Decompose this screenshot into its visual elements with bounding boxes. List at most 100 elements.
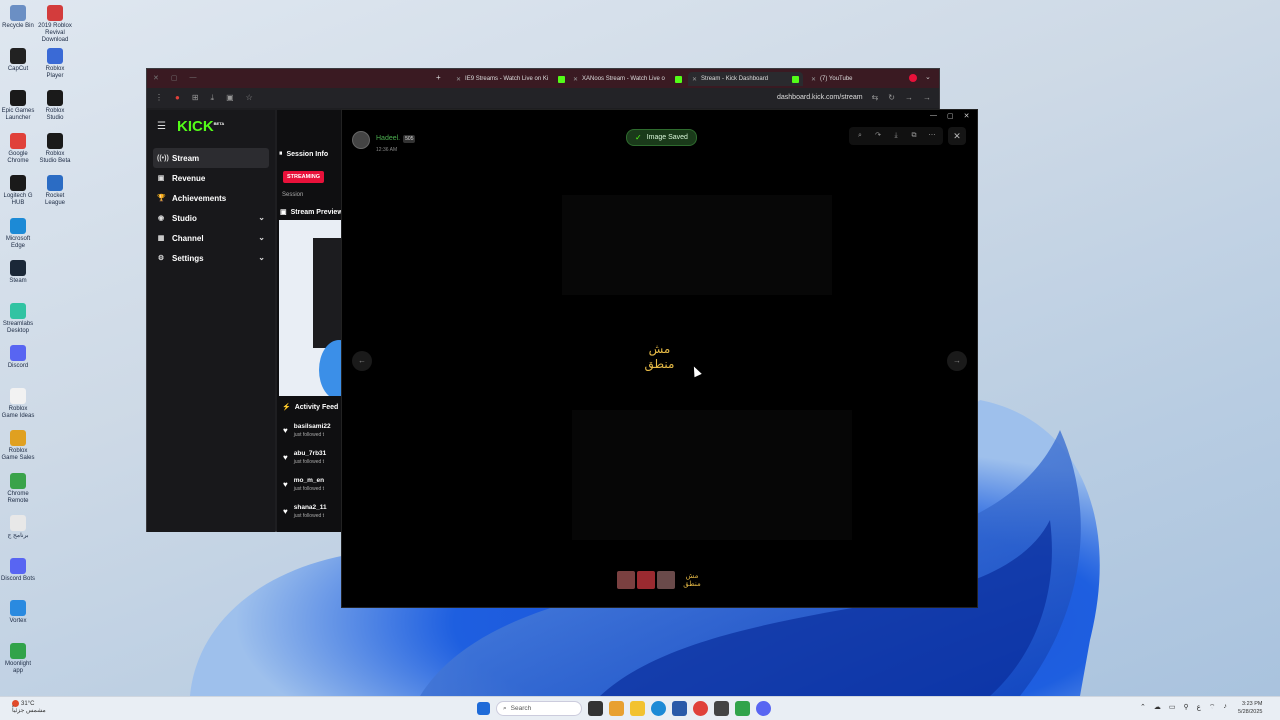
desktop-icon[interactable]: CapCut — [0, 47, 36, 73]
close-viewer-button[interactable]: ✕ — [948, 127, 966, 145]
tab-youtube[interactable]: ✕ (7) YouTube — [807, 72, 857, 86]
thumbnail[interactable] — [657, 571, 675, 589]
avatar[interactable] — [352, 131, 370, 149]
language-icon[interactable]: ع — [1197, 703, 1201, 712]
download-icon[interactable]: ⤓ — [211, 93, 215, 103]
edge-icon[interactable] — [651, 701, 666, 716]
desktop-icon[interactable]: Roblox Studio Beta — [37, 132, 73, 165]
chevron-up-icon[interactable]: ⌃ — [1140, 703, 1146, 712]
search-input[interactable]: ⌕ Search — [496, 701, 582, 716]
minimize-window-icon[interactable]: — — [190, 74, 197, 82]
extension-icon[interactable]: ⊞ — [192, 93, 199, 103]
download-icon[interactable]: ⤓ — [888, 129, 904, 143]
sidebar-item-revenue[interactable]: ▣ Revenue — [153, 168, 269, 188]
desktop-icon[interactable]: Streamlabs Desktop — [0, 302, 36, 335]
close-window-icon[interactable]: ✕ — [153, 74, 159, 82]
desktop-icon[interactable]: برنامج ج — [0, 515, 36, 540]
chevron-down-icon[interactable]: ⌄ — [258, 233, 265, 242]
sidebar-item-achievements[interactable]: 🏆 Achievements — [153, 188, 269, 208]
desktop-icon[interactable]: Roblox Player — [37, 47, 73, 80]
menu-icon[interactable]: ⋮ — [155, 93, 163, 103]
rotate-icon[interactable]: ↷ — [870, 129, 886, 143]
sidebar-item-stream[interactable]: ((•)) Stream — [153, 148, 269, 168]
desktop-icon[interactable]: Vortex — [0, 600, 36, 625]
clock[interactable]: 3:23 PM 5/28/2025 — [1238, 700, 1262, 716]
maximize-window-icon[interactable]: ▢ — [171, 74, 178, 82]
close-icon[interactable]: ✕ — [964, 112, 970, 120]
forward-icon[interactable]: → — [905, 93, 913, 102]
previous-image-button[interactable]: ← — [352, 351, 372, 371]
close-tab-icon[interactable]: ✕ — [573, 76, 578, 83]
reload-icon[interactable]: ↻ — [888, 93, 895, 102]
next-image-button[interactable]: → — [947, 351, 967, 371]
tab-list-chevron-icon[interactable]: ⌄ — [925, 73, 931, 81]
copilot-icon[interactable] — [609, 701, 624, 716]
thumbnail[interactable] — [637, 571, 655, 589]
maximize-icon[interactable]: ▢ — [947, 112, 954, 120]
desktop-icon[interactable]: Epic Games Launcher — [0, 90, 36, 122]
thumbnail-active[interactable]: مش منطق — [681, 572, 703, 588]
stream-preview[interactable] — [279, 220, 341, 396]
list-item[interactable]: ♥ abu_7rb31 just followed t — [283, 450, 343, 477]
chevron-down-icon[interactable]: ⌄ — [258, 253, 265, 262]
bookmark-icon[interactable]: ☆ — [246, 93, 253, 103]
follower-name[interactable]: basilsami22 — [294, 423, 331, 430]
desktop-icon[interactable]: Roblox Game Ideas — [0, 387, 36, 420]
start-icon[interactable] — [477, 702, 490, 715]
kick-logo[interactable]: KICKBETA — [177, 118, 224, 135]
discord-icon[interactable] — [756, 701, 771, 716]
follower-name[interactable]: abu_7rb31 — [294, 450, 327, 457]
minimize-icon[interactable]: — — [930, 112, 937, 120]
desktop-icon[interactable]: Rocket League — [37, 175, 73, 207]
desktop-icon[interactable]: Discord Bots — [0, 557, 36, 583]
sidebar-item-channel[interactable]: ▦ Channel ⌄ — [153, 228, 269, 248]
new-tab-icon[interactable]: + — [436, 73, 441, 82]
desktop-icon[interactable]: 2019 Roblox Revival Download — [37, 5, 73, 44]
store-icon[interactable] — [672, 701, 687, 716]
desktop-icon[interactable]: Discord — [0, 345, 36, 370]
back-icon[interactable]: → — [923, 93, 931, 102]
list-item[interactable]: ♥ shana2_11 just followed t — [283, 504, 343, 531]
hamburger-menu-icon[interactable]: ☰ — [157, 121, 166, 132]
chevron-down-icon[interactable]: ⌄ — [258, 213, 265, 222]
weather-widget[interactable]: 31°C مشمس جزئياً — [12, 700, 46, 715]
desktop-icon[interactable]: Logitech G HUB — [0, 175, 36, 207]
open-external-icon[interactable]: ⧉ — [906, 129, 922, 143]
desktop-icon[interactable]: Roblox Studio — [37, 90, 73, 122]
sidebar-item-settings[interactable]: ⚙ Settings ⌄ — [153, 248, 269, 268]
desktop-icon[interactable]: Google Chrome — [0, 132, 36, 165]
more-icon[interactable]: ⋯ — [924, 129, 940, 143]
shield-icon[interactable]: ● — [175, 93, 180, 103]
file-explorer-icon[interactable] — [630, 701, 645, 716]
follower-name[interactable]: mo_m_en — [294, 477, 324, 484]
desktop-icon[interactable]: Moonlight app — [0, 642, 36, 675]
image-content[interactable]: مش منطق — [632, 342, 687, 372]
zoom-icon[interactable]: ⌕ — [852, 129, 868, 143]
volume-icon[interactable]: ♪ — [1223, 703, 1227, 712]
follower-name[interactable]: shana2_11 — [294, 504, 327, 511]
desktop-icon[interactable]: Roblox Game Sales — [0, 430, 36, 462]
mic-icon[interactable]: ⚲ — [1184, 703, 1189, 712]
translate-icon[interactable]: ⇆ — [872, 93, 879, 102]
list-item[interactable]: ♥ basilsami22 just followed t — [283, 423, 343, 450]
wifi-icon[interactable]: ⌔ — [1209, 703, 1216, 712]
close-tab-icon[interactable]: ✕ — [811, 76, 816, 83]
kick-app-icon[interactable] — [735, 701, 750, 716]
tab-xanoos-stream[interactable]: ✕ XANoos Stream - Watch Live o — [569, 72, 686, 86]
close-tab-icon[interactable]: ✕ — [692, 76, 697, 83]
desktop-icon[interactable]: Steam — [0, 260, 36, 285]
app-icon[interactable] — [714, 701, 729, 716]
task-view-icon[interactable] — [588, 701, 603, 716]
sidebar-item-studio[interactable]: ◉ Studio ⌄ — [153, 208, 269, 228]
close-tab-icon[interactable]: ✕ — [456, 76, 461, 83]
network-icon[interactable]: ▭ — [1169, 703, 1176, 712]
list-item[interactable]: ♥ mo_m_en just followed t — [283, 477, 343, 504]
thumbnail[interactable] — [617, 571, 635, 589]
cloud-icon[interactable]: ☁ — [1154, 703, 1161, 712]
tab-ie9-streams[interactable]: ✕ IE9 Streams - Watch Live on Ki — [452, 72, 569, 86]
tab-kick-dashboard[interactable]: ✕ Stream - Kick Dashboard — [688, 72, 804, 86]
desktop-icon[interactable]: Recycle Bin — [0, 5, 36, 30]
screenshot-icon[interactable]: ▣ — [226, 93, 234, 103]
user-name[interactable]: Hadeel. — [376, 135, 400, 142]
desktop-icon[interactable]: Chrome Remote — [0, 472, 36, 505]
